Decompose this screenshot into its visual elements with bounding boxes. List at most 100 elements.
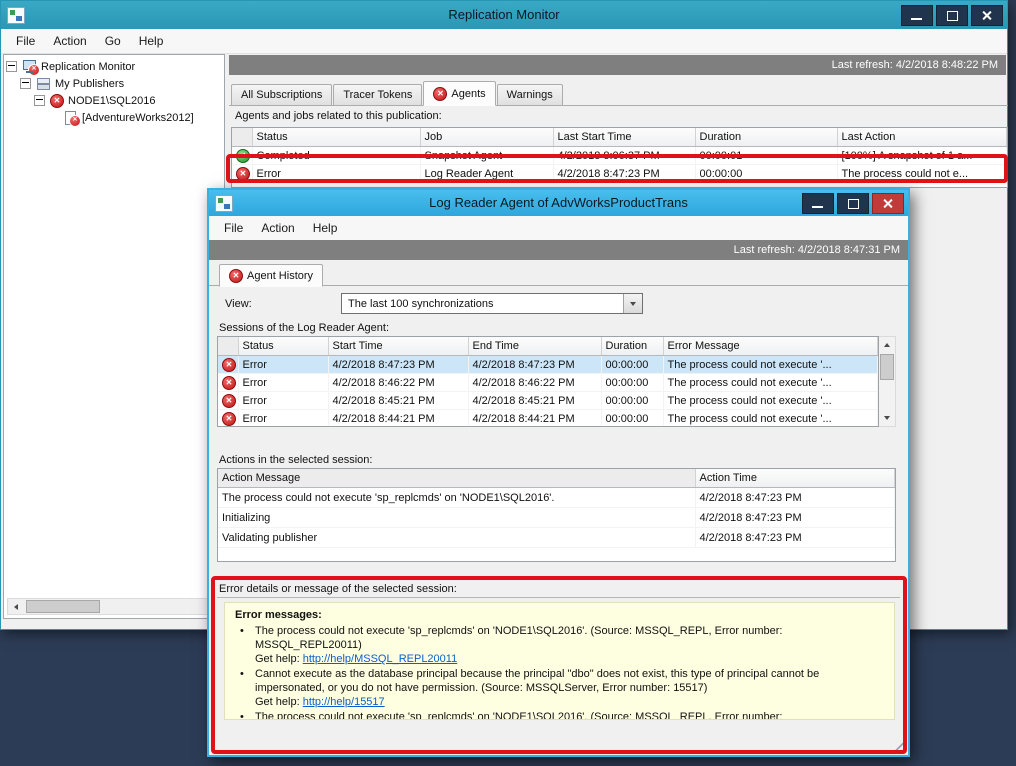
column-header-duration[interactable]: Duration	[695, 128, 837, 147]
scroll-up-button[interactable]	[879, 337, 895, 353]
session-row[interactable]: Error 4/2/2018 8:45:21 PM 4/2/2018 8:45:…	[218, 392, 878, 410]
cell-job: Snapshot Agent	[420, 147, 553, 165]
minimize-icon	[812, 206, 823, 208]
cell-end-time: 4/2/2018 8:45:21 PM	[468, 392, 601, 410]
help-link[interactable]: http://help/MSSQL_REPL20011	[303, 653, 458, 665]
tab-agent-history[interactable]: Agent History	[219, 264, 323, 287]
tab-agents[interactable]: Agents	[423, 81, 495, 106]
publication-icon	[63, 111, 78, 124]
close-button[interactable]	[971, 5, 1003, 26]
actions-header-row: Action Message Action Time	[218, 469, 895, 488]
column-header-end-time[interactable]: End Time	[468, 337, 601, 356]
action-row[interactable]: Initializing 4/2/2018 8:47:23 PM	[218, 508, 895, 528]
agent-row-snapshot[interactable]: Completed Snapshot Agent 4/2/2018 8:06:3…	[232, 147, 1007, 165]
tab-tracer-tokens[interactable]: Tracer Tokens	[333, 84, 422, 105]
cell-error-message: The process could not execute '...	[663, 410, 878, 428]
agent-row-log-reader[interactable]: Error Log Reader Agent 4/2/2018 8:47:23 …	[232, 165, 1007, 183]
column-header-icon[interactable]	[218, 337, 238, 356]
menu-file[interactable]: File	[7, 30, 44, 52]
publishers-icon	[36, 77, 51, 90]
maximize-button[interactable]	[837, 193, 869, 214]
menu-go[interactable]: Go	[96, 30, 130, 52]
close-button[interactable]	[872, 193, 904, 214]
cell-status: Error	[252, 165, 420, 183]
cell-status: Completed	[252, 147, 420, 165]
tab-warnings[interactable]: Warnings	[497, 84, 563, 105]
cell-error-message: The process could not execute '...	[663, 392, 878, 410]
column-header-duration[interactable]: Duration	[601, 337, 663, 356]
tab-label: Tracer Tokens	[343, 89, 412, 101]
column-header-last-start-time[interactable]: Last Start Time	[553, 128, 695, 147]
menu-action[interactable]: Action	[44, 30, 95, 52]
resize-grip[interactable]	[892, 739, 905, 752]
maximize-button[interactable]	[936, 5, 968, 26]
error-icon	[222, 394, 236, 408]
column-header-icon[interactable]	[232, 128, 252, 147]
maximize-icon	[848, 199, 859, 209]
cell-duration: 00:00:00	[695, 165, 837, 183]
column-header-last-action[interactable]: Last Action	[837, 128, 1007, 147]
column-header-status[interactable]: Status	[252, 128, 420, 147]
tree-expander-icon[interactable]	[20, 78, 31, 89]
cell-end-time: 4/2/2018 8:46:22 PM	[468, 374, 601, 392]
tree-item-replication-monitor[interactable]: Replication Monitor	[6, 58, 222, 75]
menu-help[interactable]: Help	[130, 30, 173, 52]
tree-item-node1-sql2016[interactable]: NODE1\SQL2016	[6, 92, 222, 109]
main-titlebar[interactable]: Replication Monitor	[1, 1, 1007, 29]
column-header-start-time[interactable]: Start Time	[328, 337, 468, 356]
session-row-selected[interactable]: Error 4/2/2018 8:47:23 PM 4/2/2018 8:47:…	[218, 356, 878, 374]
dialog-titlebar[interactable]: Log Reader Agent of AdvWorksProductTrans	[209, 190, 908, 216]
cell-error-message: The process could not execute '...	[663, 356, 878, 374]
tree-expander-icon[interactable]	[6, 61, 17, 72]
help-link[interactable]: http://help/15517	[303, 696, 385, 708]
error-message-text: The process could not execute 'sp_replcm…	[255, 625, 782, 651]
get-help-label: Get help:	[255, 696, 300, 708]
main-menubar: File Action Go Help	[1, 29, 1007, 54]
tree-item-my-publishers[interactable]: My Publishers	[6, 75, 222, 92]
column-header-action-time[interactable]: Action Time	[695, 469, 895, 488]
log-reader-agent-dialog: Log Reader Agent of AdvWorksProductTrans…	[207, 188, 910, 757]
tree-item-label: [AdventureWorks2012]	[82, 112, 194, 124]
combobox-dropdown-button[interactable]	[623, 294, 642, 313]
scroll-left-button[interactable]	[8, 599, 24, 614]
scrollbar-track[interactable]	[24, 599, 204, 614]
column-header-status[interactable]: Status	[238, 337, 328, 356]
success-icon	[236, 149, 250, 163]
cell-duration: 00:00:00	[601, 374, 663, 392]
menu-file[interactable]: File	[215, 217, 252, 239]
cell-action-time: 4/2/2018 8:47:23 PM	[695, 488, 895, 508]
session-row[interactable]: Error 4/2/2018 8:46:22 PM 4/2/2018 8:46:…	[218, 374, 878, 392]
main-tabstrip: All Subscriptions Tracer Tokens Agents W…	[229, 81, 1008, 106]
tab-all-subscriptions[interactable]: All Subscriptions	[231, 84, 332, 105]
session-row[interactable]: Error 4/2/2018 8:44:21 PM 4/2/2018 8:44:…	[218, 410, 878, 428]
action-row[interactable]: Validating publisher 4/2/2018 8:47:23 PM	[218, 528, 895, 548]
error-message-text: Cannot execute as the database principal…	[255, 668, 819, 694]
menu-help[interactable]: Help	[304, 217, 347, 239]
cell-action-message: The process could not execute 'sp_replcm…	[218, 488, 695, 508]
tree-expander-icon[interactable]	[34, 95, 45, 106]
tree-item-adventureworks2012[interactable]: [AdventureWorks2012]	[6, 109, 222, 126]
scrollbar-thumb[interactable]	[880, 354, 894, 380]
menu-action[interactable]: Action	[252, 217, 303, 239]
error-message-item: The process could not execute 'sp_replcm…	[235, 624, 884, 666]
column-header-error-message[interactable]: Error Message	[663, 337, 878, 356]
minimize-button[interactable]	[802, 193, 834, 214]
desktop: Replication Monitor File Action Go Help …	[0, 0, 1016, 766]
scrollbar-thumb[interactable]	[26, 600, 100, 613]
column-header-action-message[interactable]: Action Message	[218, 469, 695, 488]
scroll-down-button[interactable]	[879, 410, 895, 426]
cell-action-message: Initializing	[218, 508, 695, 528]
cell-error-message: The process could not execute '...	[663, 374, 878, 392]
minimize-button[interactable]	[901, 5, 933, 26]
error-icon	[222, 412, 236, 426]
view-combobox[interactable]: The last 100 synchronizations	[341, 293, 643, 314]
scrollbar-track[interactable]	[879, 353, 895, 410]
cell-end-time: 4/2/2018 8:47:23 PM	[468, 356, 601, 374]
cell-action-time: 4/2/2018 8:47:23 PM	[695, 508, 895, 528]
dialog-tabstrip: Agent History	[217, 265, 324, 286]
agents-header-row: Status Job Last Start Time Duration Last…	[232, 128, 1007, 147]
action-row[interactable]: The process could not execute 'sp_replcm…	[218, 488, 895, 508]
column-header-job[interactable]: Job	[420, 128, 553, 147]
publisher-tree: Replication Monitor My Publishers NODE1\…	[4, 55, 224, 129]
main-window-controls	[901, 5, 1003, 26]
